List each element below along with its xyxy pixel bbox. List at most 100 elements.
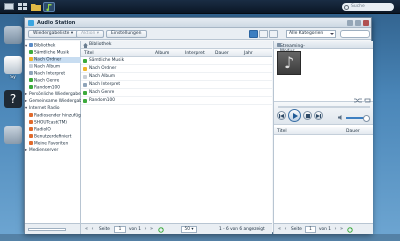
last-page-icon[interactable]: » — [149, 227, 154, 232]
tree-shared-playlist[interactable]: ▸ Gemeinsame Wiedergabeli — [25, 99, 87, 105]
column-album[interactable]: Album — [155, 51, 169, 56]
audio-station-taskbar-button[interactable] — [43, 2, 55, 12]
page-number-input[interactable]: 1 — [114, 226, 126, 233]
home-icon — [83, 42, 88, 48]
next-page-icon[interactable]: › — [333, 227, 338, 232]
file-station-taskbar-button[interactable] — [30, 2, 42, 12]
page-size-select[interactable]: 50 ▾ — [181, 226, 197, 233]
column-artist[interactable]: Interpret — [185, 51, 205, 56]
tree-radio-favorites[interactable]: Meine Favoriten — [29, 141, 68, 147]
next-button[interactable] — [314, 111, 323, 120]
tree-personal-playlist[interactable]: ▸ Persönliche Wiedergabelis — [25, 92, 85, 98]
stop-icon — [305, 113, 310, 118]
category-select[interactable]: Alle Kategorien — [286, 30, 336, 38]
previous-icon — [279, 113, 284, 118]
volume-icon — [338, 115, 342, 120]
list-item[interactable]: Random100 — [81, 97, 272, 105]
tree-radio-custom[interactable]: Benutzerdefiniert — [29, 134, 71, 140]
cover-view-button[interactable] — [269, 30, 278, 38]
window-titlebar[interactable]: Audio Station — [25, 18, 371, 28]
minimize-icon[interactable] — [347, 20, 353, 26]
playlist-pager: « ‹ Seite 1 von 1 › » — [274, 223, 373, 234]
tree-item-by-artist[interactable]: Nach Interpret — [29, 71, 65, 77]
folder-icon — [83, 67, 87, 71]
settings-button[interactable]: Einstellungen — [106, 30, 147, 38]
desktop-help-icon[interactable]: ? — [2, 90, 24, 108]
column-title[interactable]: Titel — [277, 129, 287, 134]
close-icon[interactable] — [363, 20, 369, 26]
prev-page-icon[interactable]: ‹ — [283, 227, 288, 232]
page-number-input[interactable]: 1 — [305, 226, 316, 233]
first-page-icon[interactable]: « — [84, 227, 89, 232]
previous-button[interactable] — [277, 111, 286, 120]
play-button[interactable] — [288, 109, 301, 122]
search-input[interactable]: Suche — [342, 3, 394, 11]
help-icon: ? — [4, 90, 22, 108]
show-desktop-button[interactable] — [3, 2, 15, 12]
column-duration[interactable]: Dauer — [215, 51, 229, 56]
repeat-icon — [364, 98, 371, 103]
left-pane-footer — [25, 223, 80, 234]
column-duration[interactable]: Dauer — [346, 129, 360, 134]
desktop-system-icon[interactable]: Sy — [2, 56, 24, 80]
desktop-package-icon[interactable] — [2, 26, 24, 44]
column-title[interactable]: Titel — [84, 51, 94, 56]
tree-item-all-music[interactable]: Sämtliche Musik — [29, 50, 69, 56]
browse-list: Bibliothek Titel Album Interpret Dauer J… — [81, 41, 272, 234]
package-icon — [4, 26, 22, 44]
list-item[interactable]: Nach Ordner — [81, 65, 272, 73]
prev-page-icon[interactable]: ‹ — [90, 227, 95, 232]
music-note-icon: ♪ — [284, 53, 295, 72]
tree-radio-radioio[interactable]: RadioIO — [29, 127, 51, 133]
tree-library[interactable]: ▾ Bibliothek — [25, 43, 55, 49]
list-item[interactable]: Nach Genre — [81, 89, 272, 97]
next-page-icon[interactable]: › — [143, 227, 148, 232]
filter-input[interactable] — [340, 30, 370, 38]
desktop-audio-icon[interactable] — [2, 126, 24, 144]
stop-button[interactable] — [303, 111, 312, 120]
tree-scroll-slider[interactable] — [28, 228, 66, 231]
system-icon — [4, 56, 22, 74]
radio-icon — [29, 120, 33, 124]
tree-media-server[interactable]: ▸ Medienserver — [25, 148, 58, 154]
audio-station-window: Audio Station Wiedergabeliste ▾ Aktion ▾… — [24, 17, 373, 234]
random-icon — [83, 99, 87, 103]
playlist-button[interactable]: Wiedergabeliste ▾ — [28, 30, 79, 38]
progress-bar[interactable] — [278, 106, 370, 108]
library-icon — [29, 43, 33, 47]
first-page-icon[interactable]: « — [277, 227, 282, 232]
album-icon — [83, 75, 87, 79]
play-icon — [292, 112, 298, 119]
music-icon — [83, 59, 87, 63]
list-item[interactable]: Sämtliche Musik — [81, 57, 272, 65]
music-icon — [29, 50, 33, 54]
tree-internet-radio[interactable]: ▾ Internet Radio — [25, 106, 60, 112]
volume-slider[interactable] — [346, 115, 370, 122]
tree-radio-add-station[interactable]: Radiosender hinzufüge — [29, 113, 83, 119]
last-page-icon[interactable]: » — [339, 227, 344, 232]
library-tree: ▾ Bibliothek Sämtliche Musik Nach Ordner … — [25, 41, 87, 234]
tree-item-by-folder[interactable]: Nach Ordner — [29, 57, 81, 63]
radio-add-icon — [29, 113, 33, 117]
radio-icon — [29, 141, 33, 145]
column-year[interactable]: Jahr — [244, 51, 253, 56]
tree-radio-shoutcast[interactable]: SHOUTcast(TM) — [29, 120, 67, 126]
icon-view-button[interactable] — [259, 30, 268, 38]
toolbar: Wiedergabeliste ▾ Aktion ▾ Einstellungen… — [25, 28, 371, 40]
album-icon — [29, 64, 33, 68]
list-column-header: Titel Album Interpret Dauer Jahr — [81, 49, 272, 57]
list-view-button[interactable] — [249, 30, 258, 38]
collapse-panel-icon[interactable] — [277, 43, 281, 47]
genre-icon — [29, 78, 33, 82]
radio-icon — [29, 134, 33, 138]
tree-item-by-album[interactable]: Nach Album — [29, 64, 60, 70]
action-button[interactable]: Aktion ▾ — [76, 30, 105, 38]
chevron-down-icon — [330, 33, 334, 35]
window-title: Audio Station — [37, 20, 76, 26]
list-item[interactable]: Nach Interpret — [81, 81, 272, 89]
maximize-icon[interactable] — [355, 20, 361, 26]
tree-item-random100[interactable]: Random100 — [29, 85, 60, 91]
tree-item-by-genre[interactable]: Nach Genre — [29, 78, 59, 84]
main-menu-button[interactable] — [17, 2, 29, 12]
list-item[interactable]: Nach Album — [81, 73, 272, 81]
